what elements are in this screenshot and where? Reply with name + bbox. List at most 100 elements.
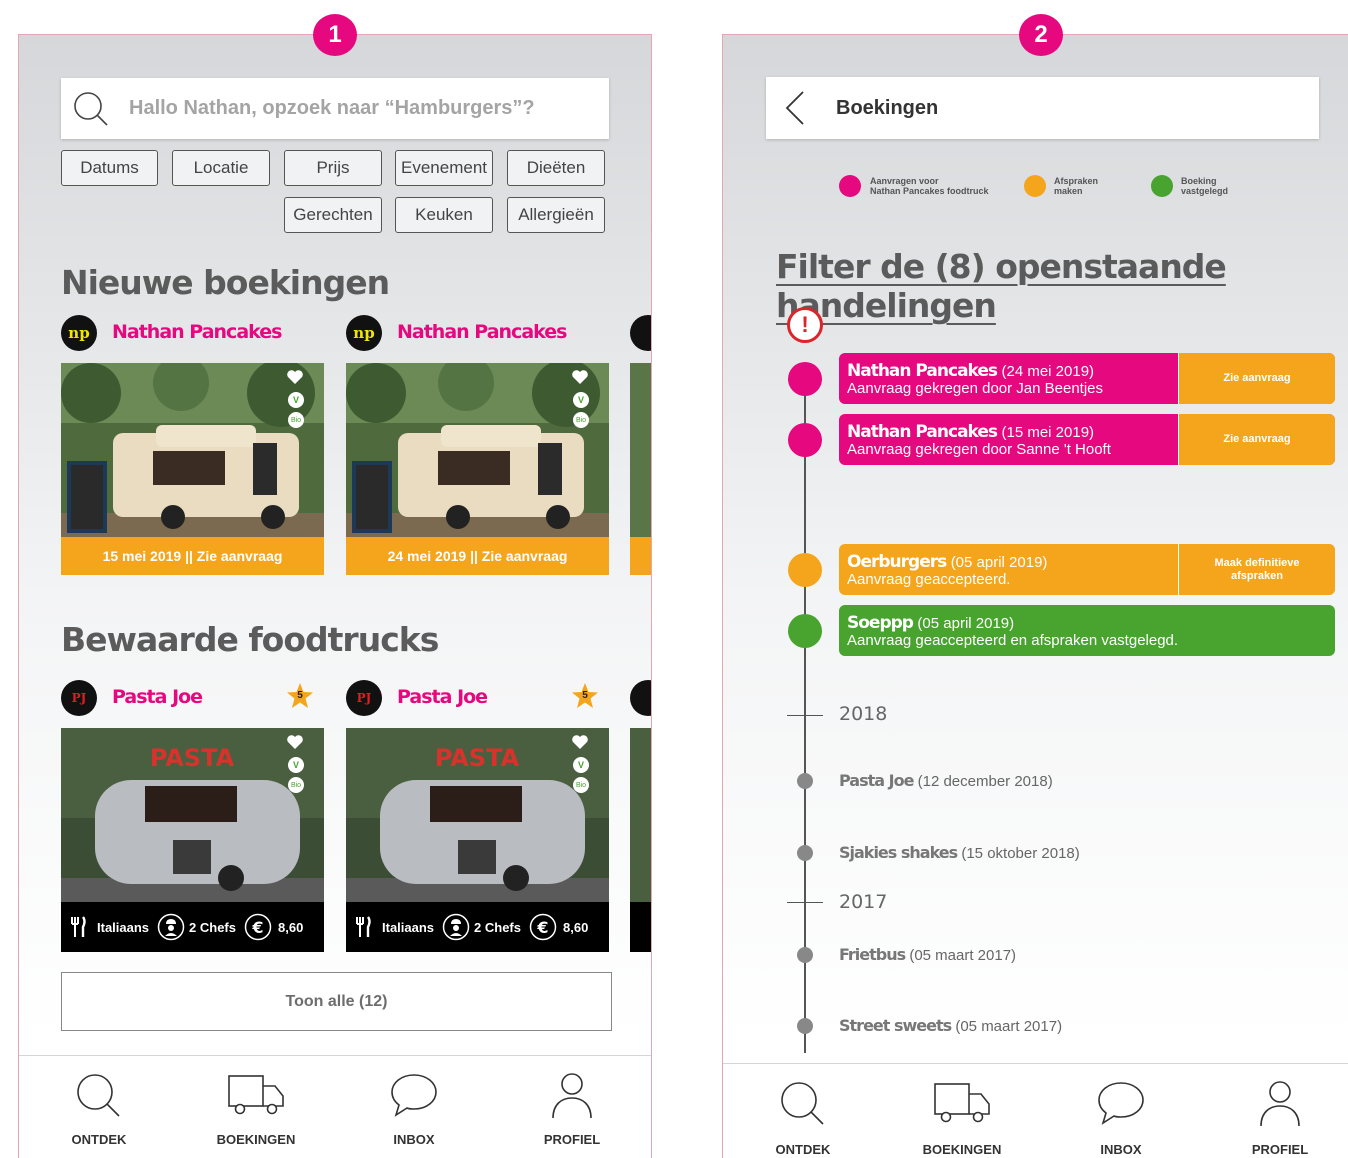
search-placeholder: Hallo Nathan, opzoek naar “Hamburgers”?: [129, 97, 535, 119]
chefs-label: 2 Chefs: [474, 919, 521, 935]
booking-date-bar[interactable]: 15 mei 2019 || Zie aanvraag: [61, 537, 324, 575]
search-input[interactable]: Hallo Nathan, opzoek naar “Hamburgers”?: [61, 78, 609, 139]
saved-foodtrucks-title: Bewaarde foodtrucks: [61, 620, 439, 659]
view-request-button[interactable]: Zie aanvraag: [1178, 353, 1335, 404]
favorite-heart-icon[interactable]: [286, 734, 304, 750]
filter-chip-gerechten[interactable]: Gerechten: [284, 197, 382, 233]
search-icon: [74, 91, 108, 126]
timeline-entry[interactable]: Oerburgers (05 april 2019) Aanvraag geac…: [839, 544, 1335, 595]
svg-text:€: €: [251, 918, 263, 937]
entry-subtitle: Aanvraag geaccepteerd en afspraken vastg…: [847, 632, 1179, 649]
booking-card[interactable]: np Nathan Pancakes V Bio 24 mei 2019 || …: [346, 315, 609, 575]
tab-label: PROFIEL: [543, 1132, 601, 1147]
timeline-entry[interactable]: Soeppp (05 april 2019) Aanvraag geaccept…: [839, 605, 1335, 656]
chef-icon: [442, 913, 470, 941]
truck-logo: np: [61, 315, 97, 351]
legend-label-confirmed: Boeking vastgelegd: [1181, 176, 1229, 196]
tab-ontdek[interactable]: ONTDEK: [743, 1064, 863, 1158]
filter-chip-dieeten[interactable]: Dieëten: [507, 150, 605, 186]
make-appointments-button[interactable]: Maak definitieve afspraken: [1178, 544, 1335, 595]
filter-chip-datums[interactable]: Datums: [61, 150, 158, 186]
chat-bubble-icon: [391, 1074, 437, 1117]
legend-dot-requests: [839, 175, 861, 197]
filter-chip-keuken[interactable]: Keuken: [395, 197, 493, 233]
star-rating-value: 5: [297, 690, 303, 701]
entry-truck-name: Soeppp: [847, 613, 914, 633]
truck-logo: PJ: [346, 680, 382, 716]
favorite-heart-icon[interactable]: [286, 369, 304, 385]
view-request-button[interactable]: Zie aanvraag: [1178, 414, 1335, 465]
price-label: 8,60: [278, 919, 304, 935]
timeline-entry[interactable]: Nathan Pancakes (15 mei 2019) Aanvraag g…: [839, 414, 1335, 465]
entry-subtitle: Aanvraag gekregen door Jan Beentjes: [847, 380, 1104, 397]
entry-truck-name: Nathan Pancakes: [847, 422, 998, 442]
entry-subtitle: Aanvraag geaccepteerd.: [847, 571, 1011, 588]
entry-date: (05 april 2019): [950, 554, 1048, 571]
vegan-icon: V: [288, 392, 304, 408]
chefs-label: 2 Chefs: [189, 919, 236, 935]
booking-card[interactable]: np Nathan Pancakes V Bio 15 mei 2019 || …: [61, 315, 324, 575]
step-badge-1: 1: [313, 14, 357, 56]
history-item[interactable]: Pasta Joe (12 december 2018): [839, 771, 1053, 790]
entry-date: (15 mei 2019): [1001, 424, 1095, 441]
back-chevron-icon[interactable]: [784, 90, 806, 126]
euro-icon: €: [529, 913, 557, 941]
history-item[interactable]: Sjakies shakes (15 oktober 2018): [839, 843, 1080, 862]
truck-icon: [934, 1083, 990, 1123]
tab-ontdek[interactable]: ONTDEK: [39, 1056, 159, 1158]
tab-profiel[interactable]: PROFIEL: [512, 1056, 632, 1158]
legend-dot-confirmed: [1151, 175, 1173, 197]
timeline-dot: [797, 1018, 813, 1034]
star-rating-icon: 5: [286, 682, 314, 710]
vegan-icon: V: [288, 757, 304, 773]
truck-name[interactable]: Pasta Joe: [112, 686, 203, 708]
truck-info-bar: Italiaans 2 Chefs € 8,60: [61, 902, 324, 952]
show-all-button[interactable]: Toon alle (12): [61, 972, 612, 1031]
foodtruck-photo: PASTA V Bio: [346, 728, 609, 902]
booking-date-bar[interactable]: 24 mei 2019 || Zie aanvraag: [346, 537, 609, 575]
chat-bubble-icon: [1098, 1082, 1144, 1125]
favorite-heart-icon[interactable]: [571, 734, 589, 750]
filter-chip-prijs[interactable]: Prijs: [284, 150, 382, 186]
search-icon: [781, 1082, 824, 1125]
truck-name[interactable]: Nathan Pancakes: [112, 321, 282, 343]
timeline-dot: [797, 773, 813, 789]
saved-truck-card[interactable]: PJ Pasta Joe 5 PASTA V Bio Italiaans 2 C…: [61, 680, 324, 952]
truck-info-bar: Italiaans 2 Chefs € 8,60: [346, 902, 609, 952]
price-label: 8,60: [563, 919, 589, 935]
entry-date: (05 april 2019): [917, 615, 1015, 632]
filter-title-link[interactable]: Filter de (8) openstaande handelingen: [776, 247, 1348, 325]
tab-label: INBOX: [1100, 1142, 1142, 1157]
timeline-dot: [797, 947, 813, 963]
tab-boekingen[interactable]: BOEKINGEN: [196, 1056, 316, 1158]
tab-label: BOEKINGEN: [216, 1132, 296, 1147]
bottom-tab-bar: ONTDEK BOEKINGEN INBOX PROFIEL: [19, 1055, 651, 1158]
tab-inbox[interactable]: INBOX: [354, 1056, 474, 1158]
truck-name[interactable]: Pasta Joe: [397, 686, 488, 708]
history-item[interactable]: Frietbus (05 maart 2017): [839, 945, 1016, 964]
tab-profiel[interactable]: PROFIEL: [1220, 1064, 1340, 1158]
entry-truck-name: Nathan Pancakes: [847, 361, 998, 381]
vegan-icon: V: [573, 392, 589, 408]
timeline-dot: [788, 423, 822, 457]
saved-truck-card[interactable]: PJ Pasta Joe 5 PASTA V Bio Italiaans 2 C…: [346, 680, 609, 952]
tab-boekingen[interactable]: BOEKINGEN: [902, 1064, 1022, 1158]
svg-text:PASTA: PASTA: [150, 744, 235, 772]
timeline-dot: [797, 845, 813, 861]
filter-chip-locatie[interactable]: Locatie: [172, 150, 270, 186]
filter-chip-evenement[interactable]: Evenement: [395, 150, 493, 186]
star-rating-value: 5: [582, 690, 588, 701]
truck-name[interactable]: Nathan Pancakes: [397, 321, 567, 343]
next-card-peek[interactable]: [630, 680, 651, 952]
page-title: Boekingen: [836, 97, 939, 119]
favorite-heart-icon[interactable]: [571, 369, 589, 385]
tab-inbox[interactable]: INBOX: [1061, 1064, 1181, 1158]
timeline-dot: [788, 553, 822, 587]
next-card-peek[interactable]: [630, 315, 651, 575]
filter-chip-allergieen[interactable]: Allergieën: [507, 197, 605, 233]
year-marker: [787, 902, 823, 903]
tab-label: ONTDEK: [775, 1142, 831, 1157]
history-item[interactable]: Street sweets (05 maart 2017): [839, 1016, 1062, 1035]
timeline-entry[interactable]: Nathan Pancakes (24 mei 2019) Aanvraag g…: [839, 353, 1335, 404]
bio-icon: Bio: [573, 777, 589, 793]
